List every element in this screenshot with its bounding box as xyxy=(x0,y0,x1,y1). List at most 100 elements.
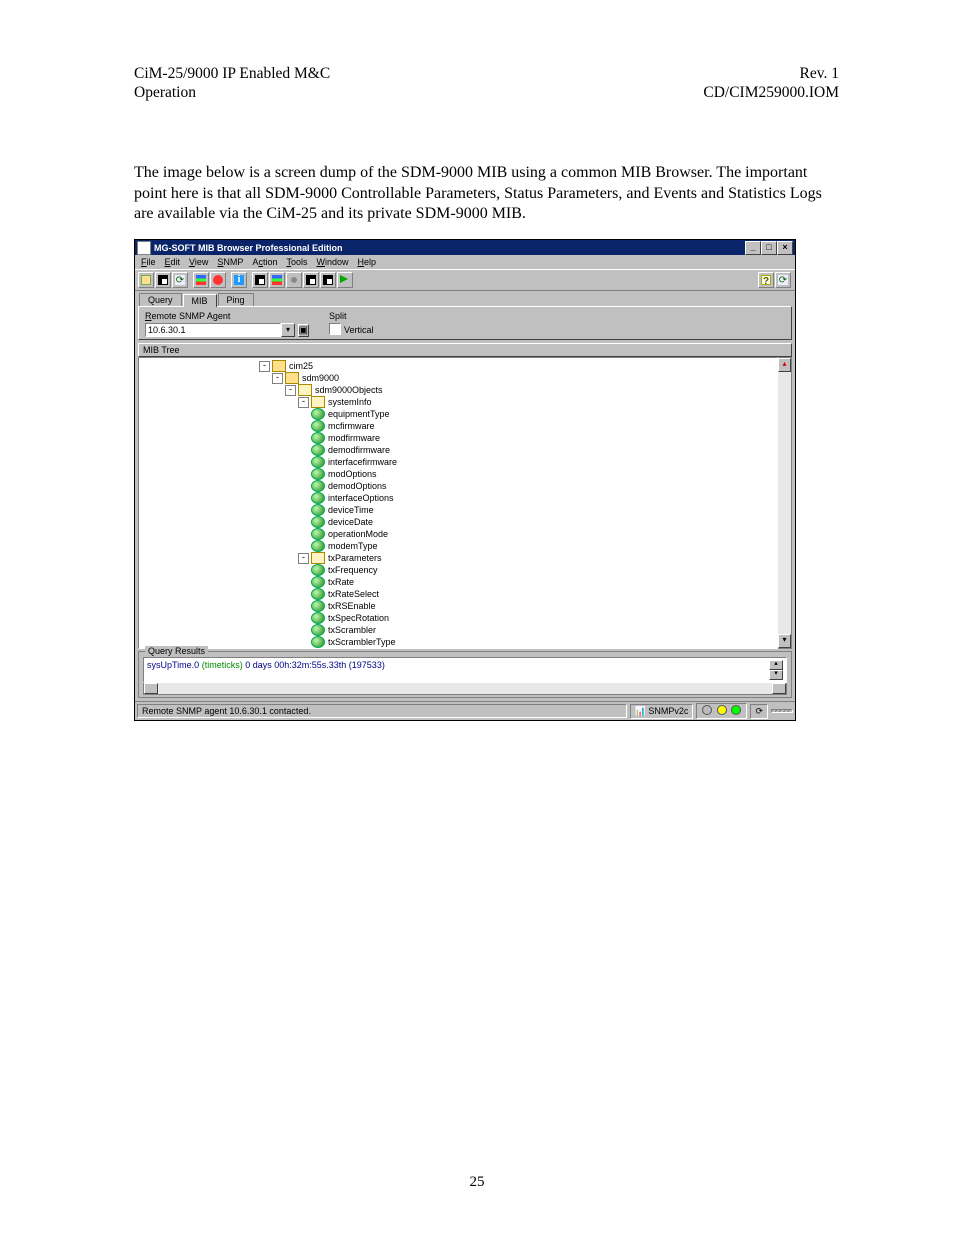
tree-node[interactable]: cim25 xyxy=(289,361,313,372)
tree-leaf[interactable]: interfacefirmware xyxy=(328,457,397,468)
mib-tree-header: MIB Tree xyxy=(138,343,792,357)
qr-hscroll[interactable] xyxy=(143,683,787,695)
tree-leaf[interactable]: txRateSelect xyxy=(328,589,379,600)
tree-leaf[interactable]: deviceTime xyxy=(328,505,374,516)
tab-ping[interactable]: Ping xyxy=(218,293,254,306)
leaf-icon xyxy=(311,432,325,444)
window-title: MG-SOFT MIB Browser Professional Edition xyxy=(154,243,745,253)
tree-leaf[interactable]: modOptions xyxy=(328,469,377,480)
leaf-icon xyxy=(311,480,325,492)
menu-view[interactable]: View xyxy=(189,257,208,267)
led-icon xyxy=(717,705,727,715)
close-button[interactable]: × xyxy=(777,241,793,255)
qr-scroll-up-icon[interactable]: ▴ xyxy=(769,660,783,670)
maximize-button[interactable]: □ xyxy=(761,241,777,255)
status-proto: 📊 SNMPv2c xyxy=(630,704,694,719)
tree-leaf[interactable]: txSpecRotation xyxy=(328,613,389,624)
tree-node[interactable]: txParameters xyxy=(328,553,382,564)
leaf-icon xyxy=(311,420,325,432)
tree-leaf[interactable]: interfaceOptions xyxy=(328,493,394,504)
header-right-line2: CD/CIM259000.IOM xyxy=(703,83,839,102)
split-label: Split xyxy=(329,311,374,321)
tree-leaf[interactable]: demodfirmware xyxy=(328,445,390,456)
status-refresh-icon[interactable]: ⟳ xyxy=(750,704,768,719)
tb-table-icon[interactable] xyxy=(252,272,268,288)
tb-stop-icon[interactable] xyxy=(210,272,226,288)
leaf-icon xyxy=(311,600,325,612)
menu-edit[interactable]: Edit xyxy=(165,257,181,267)
tree-leaf[interactable]: txRSEnable xyxy=(328,601,376,612)
tree-node[interactable]: systemInfo xyxy=(328,397,372,408)
remote-agent-dropdown-icon[interactable]: ▾ xyxy=(281,323,295,337)
tb-help-icon[interactable] xyxy=(758,272,774,288)
scroll-down-icon[interactable]: ▾ xyxy=(778,634,791,648)
tree-vscroll[interactable]: ▴ ▾ xyxy=(778,357,792,649)
tree-leaf[interactable]: txScrambler xyxy=(328,625,376,636)
mib-tree[interactable]: -cim25 -sdm9000 -sdm9000Objects -systemI… xyxy=(138,357,778,649)
tree-leaf[interactable]: equipmentType xyxy=(328,409,390,420)
menubar: File Edit View SNMP Action Tools Window … xyxy=(135,255,795,269)
tree-leaf[interactable]: txFrequency xyxy=(328,565,378,576)
tree-leaf[interactable]: modfirmware xyxy=(328,433,380,444)
tree-node[interactable]: sdm9000Objects xyxy=(315,385,383,396)
scroll-right-icon[interactable] xyxy=(772,683,786,694)
tb-play-icon[interactable] xyxy=(337,272,353,288)
remote-agent-go-button[interactable]: ▣ xyxy=(298,324,309,337)
tb-chart-icon[interactable] xyxy=(269,272,285,288)
menu-tools[interactable]: Tools xyxy=(286,257,307,267)
tree-leaf[interactable]: txDifferentialEncoder xyxy=(328,649,411,650)
tree-leaf[interactable]: txScramblerType xyxy=(328,637,396,648)
leaf-icon xyxy=(311,516,325,528)
status-leds xyxy=(696,703,747,719)
menu-action[interactable]: Action xyxy=(252,257,277,267)
header-right-line1: Rev. 1 xyxy=(703,64,839,83)
tree-leaf[interactable]: demodOptions xyxy=(328,481,387,492)
tb-btn4-icon[interactable] xyxy=(193,272,209,288)
leaf-icon xyxy=(311,576,325,588)
tb-info-icon[interactable]: i xyxy=(231,272,247,288)
header-left-line1: CiM-25/9000 IP Enabled M&C xyxy=(134,64,330,83)
page-number: 25 xyxy=(0,1174,954,1191)
tb-gear-icon[interactable] xyxy=(286,272,302,288)
leaf-icon xyxy=(311,444,325,456)
qr-scroll-down-icon[interactable]: ▾ xyxy=(769,670,783,680)
tree-leaf[interactable]: mcfirmware xyxy=(328,421,375,432)
tab-mib[interactable]: MIB xyxy=(183,294,217,307)
query-results-panel: Query Results sysUpTime.0 (timeticks) 0 … xyxy=(138,651,792,698)
leaf-icon xyxy=(311,648,325,649)
screenshot-window: MG-SOFT MIB Browser Professional Edition… xyxy=(134,239,796,721)
led-icon xyxy=(702,705,712,715)
vertical-checkbox[interactable]: Vertical xyxy=(329,325,374,335)
tree-leaf[interactable]: modemType xyxy=(328,541,378,552)
leaf-icon xyxy=(311,504,325,516)
menu-snmp[interactable]: SNMP xyxy=(217,257,243,267)
tree-leaf[interactable]: operationMode xyxy=(328,529,388,540)
tb-btn3-icon[interactable] xyxy=(172,272,188,288)
tree-leaf[interactable]: txRate xyxy=(328,577,354,588)
menu-help[interactable]: Help xyxy=(357,257,376,267)
toolbar: i xyxy=(135,269,795,291)
scroll-left-icon[interactable] xyxy=(144,683,158,694)
tree-leaf[interactable]: deviceDate xyxy=(328,517,373,528)
titlebar[interactable]: MG-SOFT MIB Browser Professional Edition… xyxy=(135,240,795,255)
menu-window[interactable]: Window xyxy=(316,257,348,267)
app-icon xyxy=(137,241,151,255)
minimize-button[interactable]: _ xyxy=(745,241,761,255)
remote-agent-input[interactable]: 10.6.30.1 xyxy=(145,323,281,337)
tb-btn11-icon[interactable] xyxy=(320,272,336,288)
tb-open-icon[interactable] xyxy=(138,272,154,288)
header-left-line2: Operation xyxy=(134,83,330,102)
tb-btn2-icon[interactable] xyxy=(155,272,171,288)
query-results-line: sysUpTime.0 (timeticks) 0 days 00h:32m:5… xyxy=(147,660,385,670)
tab-query[interactable]: Query xyxy=(139,293,182,306)
resize-grip-icon[interactable] xyxy=(771,709,793,713)
scroll-up-icon[interactable]: ▴ xyxy=(778,358,791,372)
tb-refresh-icon[interactable] xyxy=(775,272,791,288)
remote-agent-label: Remote SNMP Agent xyxy=(145,311,309,321)
leaf-icon xyxy=(311,456,325,468)
tb-btn10-icon[interactable] xyxy=(303,272,319,288)
tree-node[interactable]: sdm9000 xyxy=(302,373,339,384)
leaf-icon xyxy=(311,588,325,600)
menu-file[interactable]: File xyxy=(141,257,156,267)
leaf-icon xyxy=(311,468,325,480)
